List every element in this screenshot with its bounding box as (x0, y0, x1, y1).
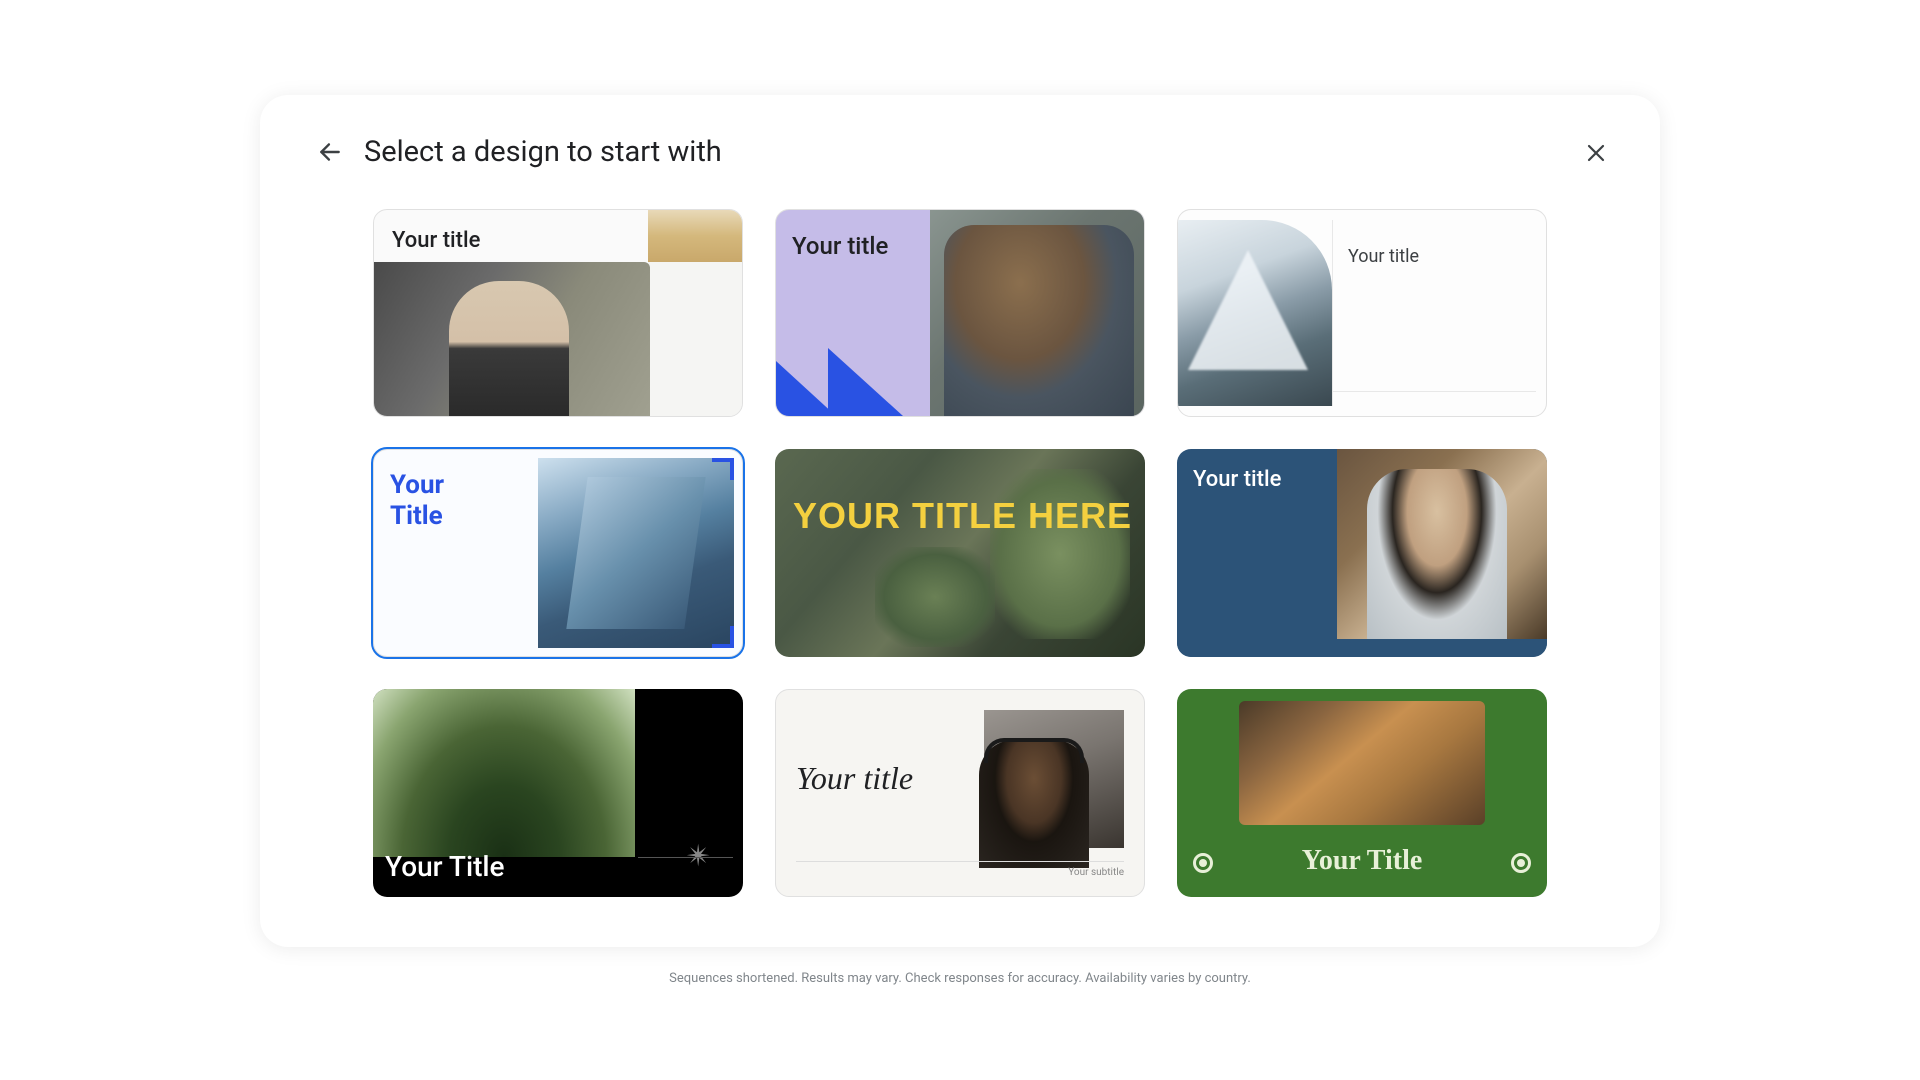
template-title: Your Title (390, 470, 444, 532)
accent-strip (648, 210, 742, 262)
arrow-left-icon (317, 139, 343, 165)
template-card-4[interactable]: Your Title (373, 449, 743, 657)
disclaimer-text: Sequences shortened. Results may vary. C… (669, 971, 1251, 986)
template-title: Your title (796, 760, 913, 797)
triangle-accent (776, 336, 932, 416)
preview-image (775, 449, 1145, 657)
divider (638, 857, 733, 858)
divider (796, 861, 1124, 862)
back-button[interactable] (316, 138, 344, 166)
bottom-bar (1177, 639, 1547, 657)
bullet-icon (1193, 853, 1213, 873)
bullet-icon (1511, 853, 1531, 873)
side-panel (648, 262, 742, 417)
preview-image (373, 689, 635, 857)
template-card-9[interactable]: Your Title (1177, 689, 1547, 897)
preview-image (1239, 701, 1485, 825)
template-card-1[interactable]: Your title (373, 209, 743, 417)
divider (1332, 391, 1536, 392)
design-picker-dialog: Select a design to start with Your title… (260, 95, 1660, 947)
preview-image (1337, 449, 1547, 639)
template-title: Your title (1193, 467, 1281, 492)
template-grid: Your title Your title Your title Your Ti… (316, 209, 1604, 897)
preview-image (1178, 220, 1332, 406)
corner-accent (712, 458, 734, 480)
corner-accent (712, 626, 734, 648)
preview-image (538, 458, 734, 648)
template-card-6[interactable]: Your title (1177, 449, 1547, 657)
preview-image (984, 710, 1124, 848)
template-title: YOUR TITLE HERE (793, 495, 1132, 536)
preview-image (374, 262, 650, 416)
template-card-2[interactable]: Your title (775, 209, 1145, 417)
template-title: Your title (392, 228, 480, 253)
template-title: Your Title (385, 850, 505, 883)
preview-image (930, 210, 1144, 416)
template-card-3[interactable]: Your title (1177, 209, 1547, 417)
dialog-title: Select a design to start with (364, 135, 722, 169)
close-icon (1584, 141, 1608, 165)
template-card-7[interactable]: ✴ Your Title (373, 689, 743, 897)
template-title: Your title (792, 232, 888, 260)
divider (1332, 220, 1333, 406)
dialog-header: Select a design to start with (316, 135, 1604, 169)
template-title: Your Title (1177, 845, 1547, 877)
template-title: Your title (1348, 246, 1419, 267)
template-subtitle: Your subtitle (1068, 867, 1124, 878)
template-card-8[interactable]: Your title Your subtitle (775, 689, 1145, 897)
close-button[interactable] (1582, 139, 1610, 167)
template-card-5[interactable]: YOUR TITLE HERE (775, 449, 1145, 657)
